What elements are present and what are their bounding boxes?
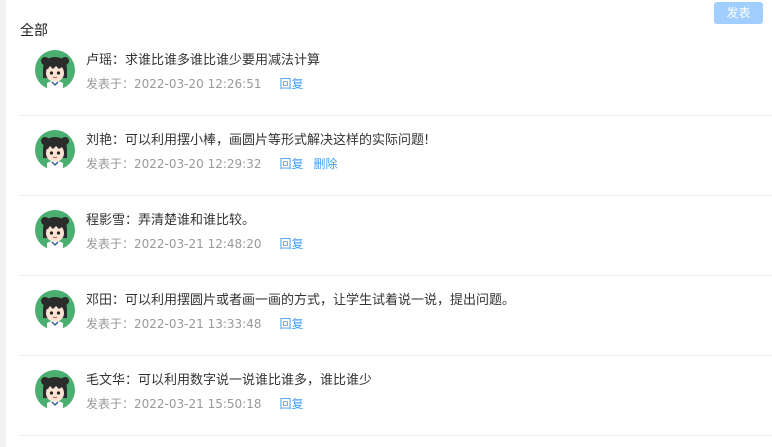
avatar-icon [35,210,75,250]
comment-item: 程影雪：弄清楚谁和谁比较。 发表于：2022-03-21 12:48:20 回复 [0,196,772,276]
posted-prefix: 发表于： [86,237,135,251]
posted-prefix: 发表于： [86,317,135,331]
comment-meta: 发表于：2022-03-21 13:33:48 回复 [86,316,313,332]
comment-author: 卢瑶 [86,53,113,68]
comment-author: 毛文华 [86,373,126,388]
comment-timestamp: 2022-03-21 13:33:48 [134,317,262,331]
comment-text: 刘艳：可以利用摆小棒，画圆片等形式解决这样的实际问题! [86,132,429,150]
posted-prefix: 发表于： [86,77,135,91]
comment-body: 可以利用摆小棒，画圆片等形式解决这样的实际问题! [125,133,430,148]
delete-link[interactable]: 删除 [313,157,337,171]
comment-body: 可以利用数字说一说谁比谁多，谁比谁少 [138,373,373,388]
avatar-icon [35,50,75,90]
reply-link[interactable]: 回复 [279,397,303,411]
comment-timestamp: 2022-03-20 12:26:51 [134,77,262,91]
avatar-icon [35,290,75,330]
comment-body: 可以利用摆圆片或者画一画的方式，让学生试着说一说，提出问题。 [125,293,516,308]
avatar [35,50,75,90]
avatar [35,210,75,250]
posted-prefix: 发表于： [86,397,135,411]
avatar [35,370,75,410]
divider [20,435,772,436]
comment-body: 求谁比谁多谁比谁少要用减法计算 [125,53,321,68]
reply-link[interactable]: 回复 [279,77,303,91]
comment-author: 邓田 [86,293,113,308]
comment-meta: 发表于：2022-03-20 12:26:51 回复 [86,76,313,92]
author-separator: ： [112,293,126,308]
comment-timestamp: 2022-03-21 15:50:18 [134,397,262,411]
comment-body: 弄清楚谁和谁比较。 [138,213,256,228]
comment-text: 邓田：可以利用摆圆片或者画一画的方式，让学生试着说一说，提出问题。 [86,292,515,310]
author-separator: ： [112,53,126,68]
comment-item: 刘艳：可以利用摆小棒，画圆片等形式解决这样的实际问题! 发表于：2022-03-… [0,116,772,196]
avatar [35,290,75,330]
comment-text: 毛文华：可以利用数字说一说谁比谁多，谁比谁少 [86,372,372,390]
comment-timestamp: 2022-03-21 12:48:20 [134,237,262,251]
comment-timestamp: 2022-03-20 12:29:32 [134,157,262,171]
avatar [35,130,75,170]
comment-item: 卢瑶：求谁比谁多谁比谁少要用减法计算 发表于：2022-03-20 12:26:… [0,36,772,116]
post-button[interactable]: 发表 [714,2,763,24]
reply-link[interactable]: 回复 [279,237,303,251]
reply-link[interactable]: 回复 [279,157,303,171]
comment-author: 程影雪 [86,213,126,228]
avatar-icon [35,370,75,410]
comment-item: 毛文华：可以利用数字说一说谁比谁多，谁比谁少 发表于：2022-03-21 15… [0,356,772,436]
comment-text: 卢瑶：求谁比谁多谁比谁少要用减法计算 [86,52,320,70]
comment-item: 邓田：可以利用摆圆片或者画一画的方式，让学生试着说一说，提出问题。 发表于：20… [0,276,772,356]
author-separator: ： [125,373,139,388]
comment-list: 卢瑶：求谁比谁多谁比谁少要用减法计算 发表于：2022-03-20 12:26:… [0,36,772,436]
comment-meta: 发表于：2022-03-21 15:50:18 回复 [86,396,313,412]
author-separator: ： [112,133,126,148]
comment-meta: 发表于：2022-03-20 12:29:32 回复 删除 [86,156,348,172]
reply-link[interactable]: 回复 [279,317,303,331]
posted-prefix: 发表于： [86,157,135,171]
avatar-icon [35,130,75,170]
comment-author: 刘艳 [86,133,113,148]
author-separator: ： [125,213,139,228]
comment-text: 程影雪：弄清楚谁和谁比较。 [86,212,255,230]
comment-meta: 发表于：2022-03-21 12:48:20 回复 [86,236,313,252]
